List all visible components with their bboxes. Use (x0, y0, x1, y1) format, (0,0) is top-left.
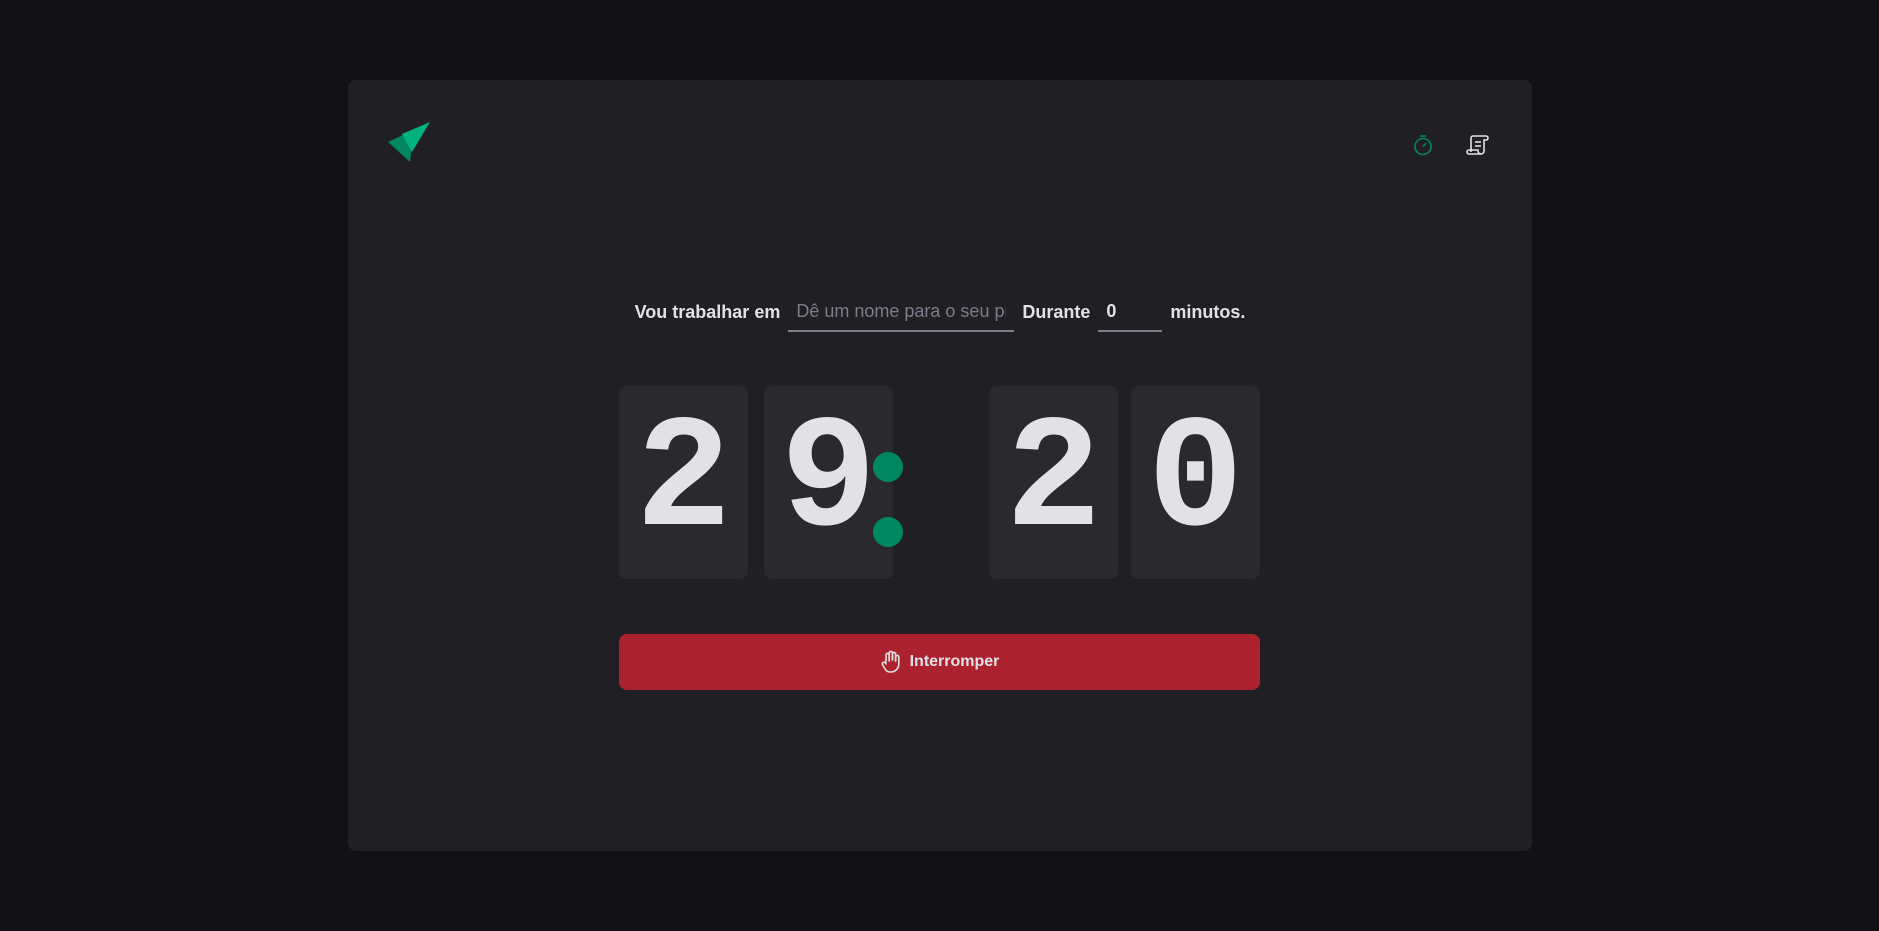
scroll-icon (1466, 135, 1489, 155)
nav-timer-link[interactable] (1408, 130, 1438, 160)
timer-icon (1414, 135, 1432, 156)
countdown: 2 9 2 0 (619, 386, 1260, 579)
task-input[interactable] (788, 292, 1015, 332)
countdown-separator (859, 386, 917, 579)
logo-icon (388, 122, 430, 164)
task-form: Vou trabalhar em Durante minutos. (348, 292, 1532, 332)
task-label: Vou trabalhar em (634, 301, 781, 322)
separator-dot-bottom (873, 517, 903, 547)
seconds-tens-digit: 2 (989, 386, 1118, 579)
minutes-input[interactable] (1098, 292, 1163, 332)
seconds-units-digit: 0 (1131, 386, 1260, 579)
minutes-tens-digit: 2 (619, 386, 748, 579)
app-container: Vou trabalhar em Durante minutos. 2 9 2 … (348, 80, 1532, 851)
interrupt-button[interactable]: Interromper (619, 634, 1260, 690)
header (388, 122, 1492, 162)
nav-history-link[interactable] (1462, 130, 1492, 160)
interrupt-button-label: Interromper (909, 653, 1000, 670)
hand-palm-icon (881, 650, 900, 673)
duration-label: Durante (1022, 301, 1091, 322)
main-nav (1408, 130, 1492, 160)
minutes-suffix: minutos. (1170, 301, 1246, 322)
separator-dot-top (873, 452, 903, 482)
